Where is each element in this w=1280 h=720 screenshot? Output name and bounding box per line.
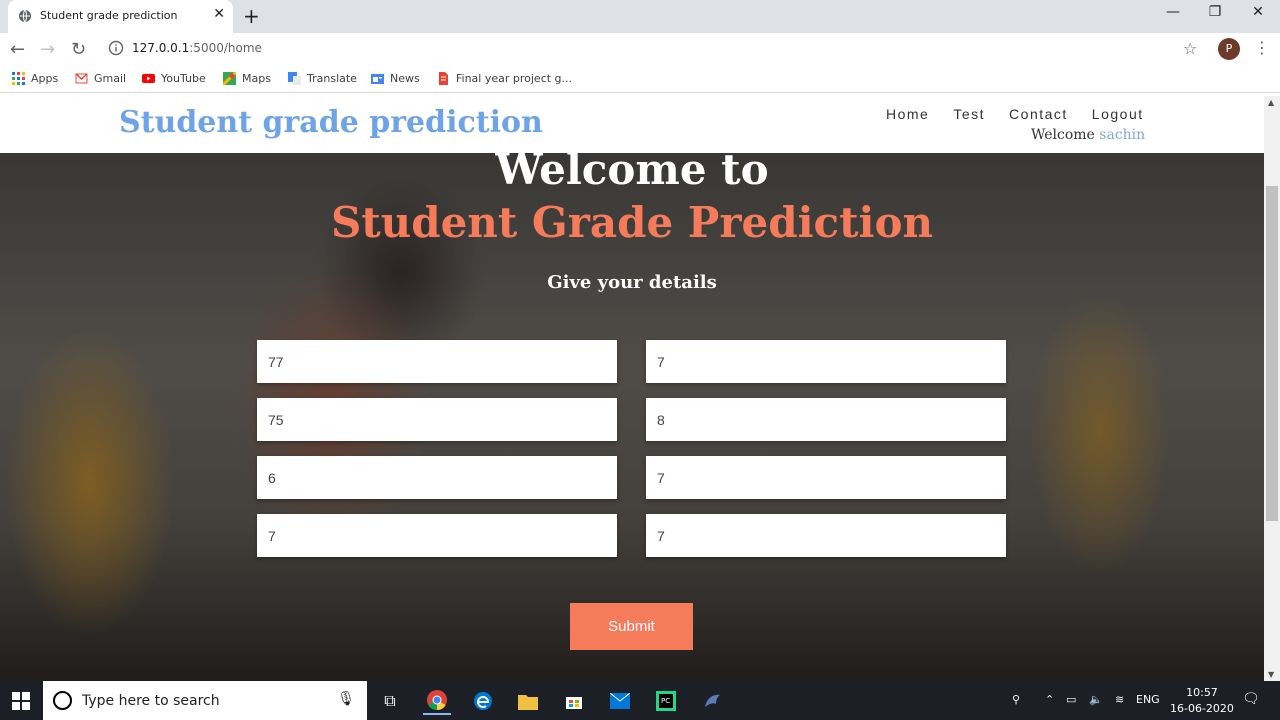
nav-test[interactable]: Test: [953, 106, 985, 122]
new-tab-button[interactable]: +: [243, 4, 260, 28]
site-brand[interactable]: Student grade prediction: [119, 105, 543, 140]
dolphin-app-icon[interactable]: [698, 687, 726, 715]
tab-close-icon[interactable]: ✕: [213, 6, 225, 22]
bookmark-translate[interactable]: Translate: [288, 72, 357, 85]
window-close-icon[interactable]: ✕: [1235, 4, 1280, 20]
maps-icon: [223, 72, 236, 85]
browser-tab-strip: Student grade prediction ✕ + — ❐ ✕: [0, 0, 1280, 33]
file-explorer-icon[interactable]: [514, 687, 542, 715]
web-page: Student grade prediction Home Test Conta…: [0, 96, 1264, 681]
microphone-icon[interactable]: 🎙: [337, 691, 355, 707]
url-path: :5000/home: [189, 41, 262, 55]
welcome-prefix: Welcome: [1031, 127, 1095, 143]
maximize-icon[interactable]: ❐: [1192, 4, 1238, 20]
mail-icon[interactable]: [606, 687, 634, 715]
translate-icon: [288, 72, 301, 85]
bookmark-final-year[interactable]: Final year project g...: [437, 72, 572, 85]
welcome-user: Welcome sachin: [1031, 127, 1145, 143]
minimize-icon[interactable]: —: [1150, 4, 1196, 20]
taskbar-clock[interactable]: 10:57 16-06-2020: [1170, 685, 1234, 717]
battery-icon[interactable]: ▭: [1066, 693, 1076, 706]
taskbar-search-placeholder: Type here to search: [82, 693, 220, 709]
bookmark-gmail[interactable]: Gmail: [75, 72, 126, 85]
bookmark-label: YouTube: [161, 72, 206, 85]
bookmark-page-icon: [439, 72, 448, 85]
clock-date: 16-06-2020: [1170, 702, 1234, 715]
bookmark-maps[interactable]: Maps: [223, 72, 271, 85]
news-icon: [371, 74, 384, 84]
input-field-3[interactable]: [257, 398, 617, 441]
input-field-4[interactable]: [646, 398, 1006, 441]
store-icon[interactable]: [560, 687, 588, 715]
gmail-icon: [75, 73, 88, 84]
input-field-2[interactable]: [646, 340, 1006, 383]
edge-icon[interactable]: [469, 687, 497, 715]
username: sachin: [1099, 127, 1146, 143]
input-field-7[interactable]: [257, 514, 617, 557]
input-field-8[interactable]: [646, 514, 1006, 557]
hero-title-line2: Student Grade Prediction: [330, 198, 934, 247]
address-bar: ← → ↻ 127.0.0.1:5000/home ☆ P ⋮: [0, 33, 1280, 65]
url-field[interactable]: 127.0.0.1:5000/home: [132, 41, 262, 55]
browser-tab[interactable]: Student grade prediction ✕: [8, 0, 233, 33]
nav-logout[interactable]: Logout: [1092, 106, 1144, 122]
bookmarks-bar: Apps Gmail YouTube Maps Translate News F…: [0, 65, 1280, 93]
windows-start-icon[interactable]: [12, 692, 30, 710]
scroll-down-icon[interactable]: ▼: [1268, 670, 1274, 679]
input-field-1[interactable]: [257, 340, 617, 383]
submit-button[interactable]: Submit: [570, 603, 693, 650]
bookmark-apps[interactable]: Apps: [12, 72, 58, 85]
svg-text:PC: PC: [661, 697, 670, 705]
chrome-taskbar-icon[interactable]: [423, 687, 451, 715]
forward-icon[interactable]: →: [40, 39, 55, 60]
scroll-up-icon[interactable]: ▲: [1268, 98, 1274, 107]
profile-avatar[interactable]: P: [1218, 38, 1240, 60]
hero-title-line1: Welcome to: [495, 145, 769, 194]
nav-home[interactable]: Home: [886, 106, 929, 122]
bookmark-label: News: [390, 72, 420, 85]
apps-grid-icon: [12, 72, 25, 85]
wifi-icon[interactable]: ≋: [1115, 693, 1124, 706]
input-field-6[interactable]: [646, 456, 1006, 499]
taskbar-search-box[interactable]: Type here to search 🎙: [43, 681, 367, 720]
tab-title: Student grade prediction: [40, 9, 178, 22]
cortana-icon: [53, 691, 72, 710]
bookmark-label: Gmail: [94, 72, 127, 85]
notification-icon[interactable]: 🗨: [1242, 691, 1260, 707]
url-host: 127.0.0.1: [132, 41, 190, 55]
volume-icon[interactable]: 🔈: [1089, 693, 1103, 706]
form-subtitle: Give your details: [547, 272, 717, 293]
pycharm-icon[interactable]: PC: [652, 687, 680, 715]
bookmark-label: Final year project g...: [456, 72, 573, 85]
input-field-5[interactable]: [257, 456, 617, 499]
back-icon[interactable]: ←: [10, 39, 25, 60]
globe-icon: [19, 9, 31, 23]
hero-section: Welcome to Student Grade Prediction Give…: [0, 145, 1264, 681]
page-scrollbar[interactable]: ▲ ▼: [1264, 96, 1280, 681]
scrollbar-thumb[interactable]: [1266, 186, 1278, 521]
info-icon[interactable]: [108, 40, 124, 56]
people-icon[interactable]: ⚲: [1012, 693, 1020, 706]
clock-time: 10:57: [1186, 686, 1218, 699]
bookmark-star-icon[interactable]: ☆: [1183, 39, 1197, 58]
bookmark-label: Apps: [31, 72, 59, 85]
tray-chevron-icon[interactable]: ⌃: [1045, 693, 1054, 706]
bookmark-youtube[interactable]: YouTube: [142, 72, 206, 85]
youtube-icon: [142, 74, 155, 83]
site-nav: Home Test Contact Logout: [886, 106, 1144, 122]
nav-contact[interactable]: Contact: [1009, 106, 1068, 122]
bookmark-news[interactable]: News: [371, 72, 420, 85]
browser-menu-icon[interactable]: ⋮: [1254, 38, 1270, 57]
reload-icon[interactable]: ↻: [71, 39, 86, 60]
chrome-icon: [427, 690, 447, 711]
language-indicator[interactable]: ENG: [1136, 693, 1160, 706]
bookmark-label: Translate: [307, 72, 357, 85]
task-view-icon[interactable]: ⧉: [376, 687, 404, 715]
bookmark-label: Maps: [242, 72, 271, 85]
windows-taskbar: Type here to search 🎙 ⧉ PC ⚲ ⌃ ▭ 🔈 ≋ ENG…: [0, 681, 1280, 720]
